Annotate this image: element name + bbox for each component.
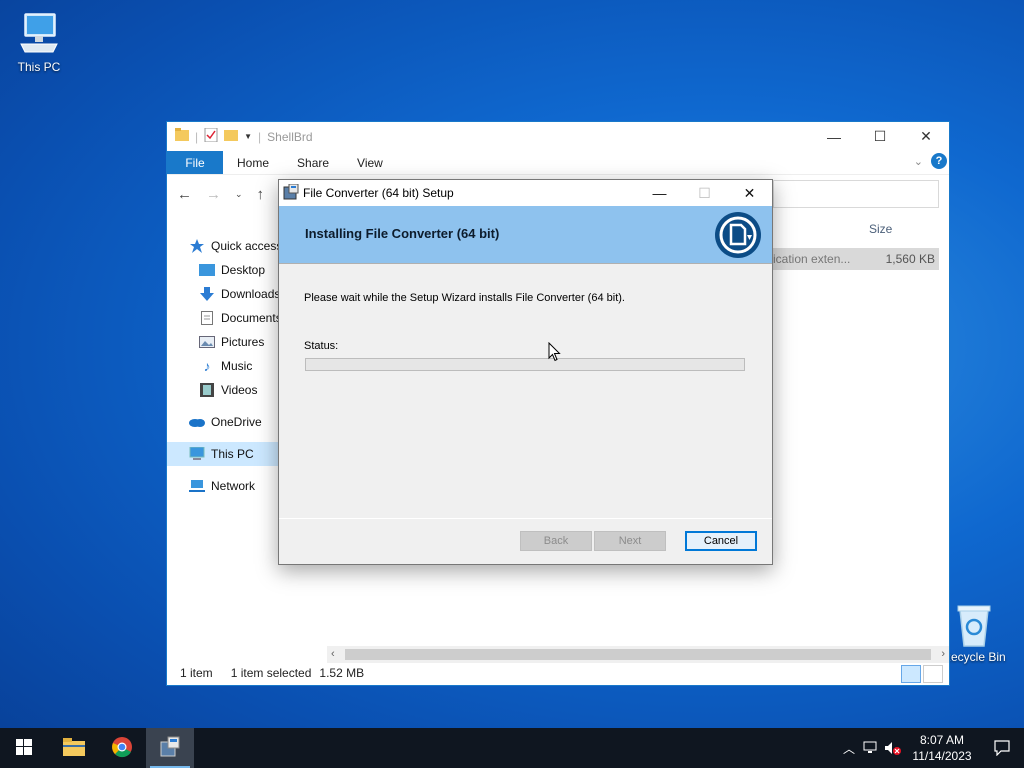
network-icon[interactable] — [860, 741, 882, 755]
maximize-icon[interactable]: ☐ — [857, 122, 903, 151]
recycle-bin-icon — [950, 600, 998, 648]
selected-count: 1 item selected — [230, 666, 312, 680]
start-button[interactable] — [0, 728, 48, 768]
scroll-right-icon[interactable]: › — [941, 648, 945, 660]
clock[interactable]: 8:07 AM 11/14/2023 — [904, 732, 980, 764]
close-icon[interactable]: ✕ — [903, 122, 949, 151]
desktop-icon-label: This PC — [17, 60, 61, 74]
details-view-icon[interactable] — [901, 665, 921, 683]
maximize-icon: ☐ — [698, 184, 711, 201]
tab-view[interactable]: View — [343, 151, 397, 174]
installer-icon — [159, 736, 181, 761]
computer-icon — [15, 10, 63, 58]
minimize-icon[interactable]: — — [811, 122, 857, 151]
setup-banner: Installing File Converter (64 bit) — [279, 206, 772, 264]
setup-dialog: File Converter (64 bit) Setup — ☐ ✕ Inst… — [278, 179, 773, 565]
computer-icon — [189, 446, 205, 462]
item-count: 1 item — [180, 666, 213, 680]
up-arrow-icon[interactable]: ↑ — [257, 186, 265, 203]
recent-locations-icon[interactable]: ⌄ — [235, 189, 243, 200]
chevron-down-icon[interactable]: ▼ — [244, 132, 252, 141]
document-icon — [199, 310, 215, 326]
minimize-icon[interactable]: — — [637, 180, 682, 206]
mouse-cursor-icon — [548, 341, 561, 365]
cloud-icon — [189, 414, 205, 430]
desktop-icon-this-pc[interactable]: This PC — [1, 10, 77, 74]
taskbar-chrome[interactable] — [98, 728, 146, 768]
setup-window-title: File Converter (64 bit) Setup — [303, 186, 454, 200]
notification-icon[interactable] — [980, 740, 1024, 756]
folder-icon — [63, 737, 85, 759]
volume-muted-icon[interactable] — [882, 741, 904, 755]
ribbon-tabs: File Home Share View ⌄ ? — [167, 151, 949, 175]
network-icon — [189, 478, 205, 494]
chevron-down-icon[interactable]: ⌄ — [914, 155, 923, 168]
file-row[interactable]: ication exten... 1,560 KB — [773, 248, 939, 270]
installer-icon — [283, 183, 299, 203]
file-converter-logo-icon — [714, 211, 762, 259]
large-icons-view-icon[interactable] — [923, 665, 943, 683]
back-button[interactable]: Back — [520, 531, 592, 551]
download-icon — [199, 286, 215, 302]
music-icon: ♪ — [203, 358, 211, 374]
explorer-title: ShellBrd — [267, 129, 313, 144]
status-bar: 1 item 1 item selected 1.52 MB — [167, 661, 949, 685]
tab-file[interactable]: File — [167, 151, 223, 174]
folder-icon — [175, 128, 189, 145]
windows-logo-icon — [16, 738, 32, 758]
scrollbar-thumb[interactable] — [345, 649, 931, 660]
video-icon — [199, 382, 215, 398]
chevron-up-icon[interactable]: ︿ — [838, 740, 860, 757]
taskbar: ︿ 8:07 AM 11/14/2023 — [0, 728, 1024, 768]
selected-size: 1.52 MB — [319, 666, 365, 680]
setup-heading: Installing File Converter (64 bit) — [305, 226, 500, 241]
setup-message: Please wait while the Setup Wizard insta… — [304, 292, 625, 304]
tab-share[interactable]: Share — [283, 151, 343, 174]
status-label: Status: — [304, 340, 339, 352]
system-tray: ︿ 8:07 AM 11/14/2023 — [838, 728, 1024, 768]
divider — [279, 518, 772, 519]
cancel-button[interactable]: Cancel — [685, 531, 757, 551]
taskbar-file-explorer[interactable] — [50, 728, 98, 768]
setup-title-bar: File Converter (64 bit) Setup — ☐ ✕ — [279, 180, 772, 206]
file-type: ication exten... — [773, 252, 851, 266]
desktop-icon — [199, 262, 215, 278]
properties-icon[interactable] — [204, 127, 218, 145]
quick-access-toolbar: | ▼ | — [175, 127, 261, 145]
back-arrow-icon[interactable]: ← — [177, 186, 192, 203]
tab-home[interactable]: Home — [223, 151, 283, 174]
help-icon[interactable]: ? — [931, 153, 947, 169]
forward-arrow-icon[interactable]: → — [206, 186, 221, 203]
column-header-size[interactable]: Size — [869, 222, 892, 236]
install-progress-bar — [305, 358, 745, 371]
explorer-title-bar: | ▼ | ShellBrd — ☐ ✕ — [167, 122, 949, 151]
chrome-icon — [111, 736, 133, 761]
next-button[interactable]: Next — [594, 531, 666, 551]
taskbar-setup-installer[interactable] — [146, 728, 194, 768]
file-size: 1,560 KB — [885, 252, 935, 266]
clock-date: 11/14/2023 — [912, 749, 972, 763]
close-icon[interactable]: ✕ — [727, 180, 772, 206]
new-folder-icon[interactable] — [224, 128, 239, 145]
address-bar[interactable] — [773, 180, 939, 208]
picture-icon — [199, 334, 215, 350]
star-icon — [189, 238, 205, 254]
clock-time: 8:07 AM — [919, 733, 965, 747]
scroll-left-icon[interactable]: ‹ — [331, 648, 335, 660]
